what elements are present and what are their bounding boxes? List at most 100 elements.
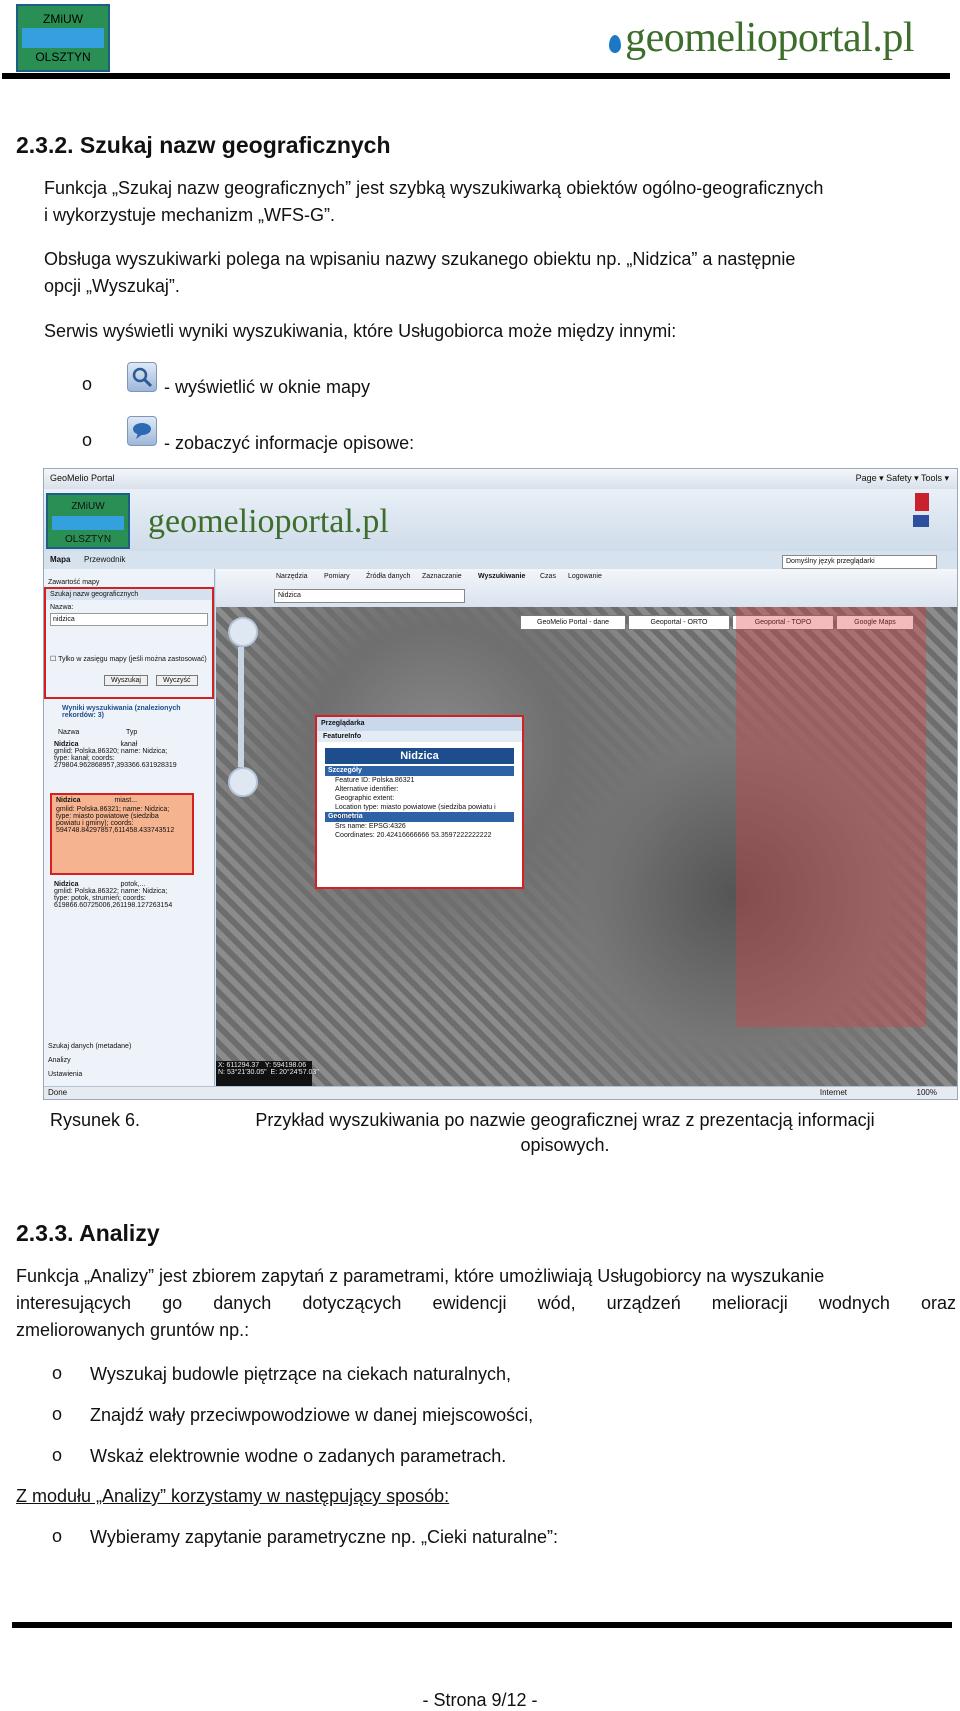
coat-of-arms-icon (915, 493, 929, 511)
brand-logo: geomelioportal.pl (609, 14, 914, 62)
portal-brand: geomelioportal.pl (148, 503, 389, 540)
result-line: type: potok, strumień; coords: (54, 895, 146, 902)
popup-tab[interactable]: FeatureInfo (317, 731, 522, 742)
toolbar-tab-search[interactable]: Wyszukiwanie (478, 573, 525, 580)
toolbar-tab[interactable]: Czas (540, 573, 556, 580)
water-drop-icon (609, 35, 622, 53)
logo-line1: ZMiUW (18, 12, 108, 26)
footer-rule (12, 1622, 952, 1628)
portal-logo-line2: OLSZTYN (64, 534, 112, 545)
clear-button[interactable]: Wyczyść (156, 675, 198, 686)
para3: Serwis wyświetli wyniki wyszukiwania, kt… (44, 321, 677, 341)
extent-checkbox-label: Tylko w zasięgu mapy (jeśli można zastos… (58, 656, 207, 663)
popup-row: Alternative identifier: (335, 786, 399, 793)
result-row[interactable]: Nidzica potok,... gmlid: Polska.86322; n… (54, 881, 210, 909)
search-dropdown[interactable]: Nidzica (274, 589, 465, 603)
popup-section-geometry: Geometria (325, 812, 514, 822)
bullet1-text: - wyświetlić w oknie mapy (164, 377, 371, 397)
result-type: potok,... (120, 881, 146, 888)
caption-line2: opisowych. (520, 1135, 610, 1155)
figure-screenshot: GeoMelio Portal Page ▾ Safety ▾ Tools ▾ … (43, 468, 958, 1100)
map-link[interactable]: Geoportal - ORTO (628, 615, 730, 630)
name-label: Nazwa: (50, 604, 74, 611)
language-select[interactable]: Domyślny język przeglądarki (782, 555, 937, 569)
result-row-highlight[interactable]: Nidzica miast... gmlid: Polska.86321; na… (50, 793, 194, 875)
portal-logo-wave-icon (52, 516, 124, 530)
toolbar-tab[interactable]: Źródła danych (366, 573, 410, 580)
usage-bullet: Wybieramy zapytanie parametryczne np. „C… (90, 1527, 559, 1547)
col-name: Nazwa (58, 729, 80, 736)
section-heading-geo: 2.3.2. Szukaj nazw geograficznych (16, 132, 391, 158)
popup-row: Srs name: EPSG:4326 (335, 823, 406, 830)
results-title: Wyniki wyszukiwania (znalezionych rekord… (62, 705, 181, 719)
analyses-para-line2: interesujących go danych dotyczących ewi… (16, 1293, 956, 1313)
para1-line2: i wykorzystuje mechanizm „WFS-G”. (44, 205, 336, 225)
result-line: gmlid: Polska.86322; name: Nidzica; (54, 888, 168, 895)
analyses-bullet: Wskaż elektrownie wodne o zadanych param… (90, 1446, 507, 1466)
popup-section-details: Szczegóły (325, 766, 514, 776)
status-zoom[interactable]: 100% (917, 1088, 937, 1097)
result-name: Nidzica (56, 797, 81, 804)
name-input[interactable]: nidzica (50, 613, 208, 626)
sidebar-map-contents[interactable]: Zawartość mapy (44, 569, 214, 588)
sidebar-settings[interactable]: Ustawienia (48, 1071, 82, 1078)
zoom-slider[interactable] (238, 647, 244, 767)
toolbar-tab[interactable]: Logowanie (568, 573, 602, 580)
zoom-control-icon[interactable] (228, 767, 258, 797)
pan-control-icon[interactable] (228, 617, 258, 647)
feature-info-popup: Przeglądarka FeatureInfo Nidzica Szczegó… (315, 715, 524, 889)
bullet2-text: - zobaczyć informacje opisowe: (164, 433, 415, 453)
usage-heading-text: Z modułu „Analizy” korzystamy w następuj… (16, 1486, 450, 1506)
result-row[interactable]: Nidzica kanał gmlid: Polska.86320; name:… (54, 741, 210, 769)
header-rule (2, 73, 950, 79)
extent-checkbox[interactable]: ☐ Tylko w zasięgu mapy (jeśli można zast… (50, 655, 207, 663)
logo-wave-icon (22, 28, 104, 48)
eu-flag-icon (913, 515, 929, 527)
zmiuw-logo: ZMiUW OLSZTYN (16, 4, 110, 72)
portal-logo-line1: ZMiUW (71, 501, 105, 512)
bullet-marker: o (82, 430, 93, 450)
bullet-marker: o (52, 1526, 63, 1546)
search-button[interactable]: Wyszukaj (104, 675, 148, 686)
left-tabs: Mapa Przewodnik (44, 553, 214, 569)
result-line: type: miasto powiatowe (siedziba (56, 813, 159, 820)
tab-guide[interactable]: Przewodnik (84, 555, 125, 564)
bullet-marker: o (82, 374, 93, 394)
map-link[interactable]: GeoMelio Portal - dane (520, 615, 626, 630)
result-name: Nidzica (54, 881, 79, 888)
popup-row: Location type: miasto powiatowe (siedzib… (335, 804, 496, 820)
usage-heading: Z modułu „Analizy” korzystamy w następuj… (16, 1483, 449, 1509)
result-line: 279804.962868957,393366.631928319 (54, 762, 177, 769)
browser-toolbar: GeoMelio Portal Page ▾ Safety ▾ Tools ▾ (44, 469, 957, 490)
search-panel-highlight: Szukaj nazw geograficznych Nazwa: nidzic… (44, 587, 214, 699)
parcel-overlay (736, 607, 926, 1027)
popup-title: Przeglądarka (317, 717, 522, 731)
toolbar-tab[interactable]: Zaznaczanie (422, 573, 462, 580)
result-line: powiatu i gminy); coords: (56, 820, 134, 827)
info-balloon-icon (127, 416, 157, 446)
sidebar: Zawartość mapy Szukaj nazw geograficznyc… (44, 569, 215, 1089)
para2-line1: Obsługa wyszukiwarki polega na wpisaniu … (44, 249, 796, 269)
sidebar-analyses[interactable]: Analizy (48, 1057, 71, 1064)
portal-logo: ZMiUW OLSZTYN (46, 493, 130, 549)
bullet-marker: o (52, 1363, 63, 1383)
popup-row: Geographic extent: (335, 795, 395, 802)
sidebar-metadata[interactable]: Szukaj danych (metadane) (48, 1043, 131, 1050)
toolbar-tab[interactable]: Pomiary (324, 573, 350, 580)
browser-menu: Page ▾ Safety ▾ Tools ▾ (855, 473, 949, 483)
para2-line2: opcji „Wyszukaj”. (44, 276, 180, 296)
tab-map[interactable]: Mapa (50, 555, 70, 564)
status-zone: Internet (819, 1088, 847, 1097)
status-bar: Done Internet 100% (44, 1086, 957, 1099)
result-line: gmlid: Polska.86320; name: Nidzica; (54, 748, 168, 755)
map-toolbar: Narzędzia Pomiary Źródła danych Zaznacza… (216, 569, 957, 607)
result-line: gmlid: Polska.86321; name: Nidzica; (56, 806, 170, 813)
analyses-para-line3: zmeliorowanych gruntów np.: (16, 1320, 250, 1340)
logo-line2: OLSZTYN (35, 50, 91, 64)
toolbar-tab[interactable]: Narzędzia (276, 573, 308, 580)
popup-feature-name: Nidzica (325, 748, 514, 764)
analyses-bullet: Znajdź wały przeciwpowodziowe w danej mi… (90, 1405, 534, 1425)
analyses-bullet: Wyszukaj budowle piętrzące na ciekach na… (90, 1364, 512, 1384)
result-type: kanał (120, 741, 138, 748)
bullet-marker: o (52, 1404, 63, 1424)
